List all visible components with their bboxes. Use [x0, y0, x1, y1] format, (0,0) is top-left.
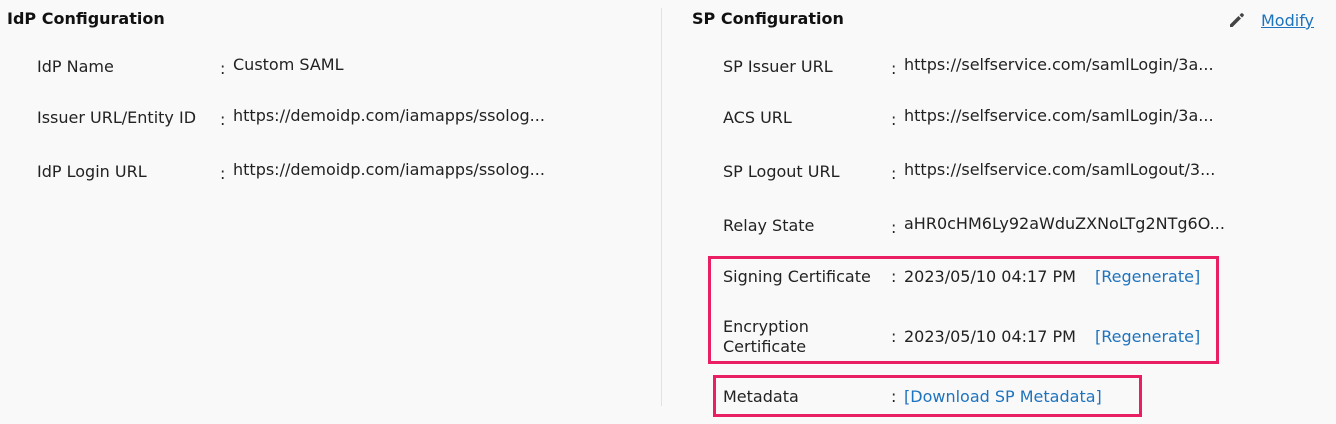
idp-configuration-title: IdP Configuration [7, 9, 165, 28]
acs-url-label: ACS URL [723, 108, 792, 127]
relay-state-label: Relay State [723, 216, 815, 235]
metadata-label: Metadata [723, 387, 799, 406]
separator-colon: : [891, 110, 897, 129]
signing-certificate-date: 2023/05/10 04:17 PM [904, 267, 1076, 286]
separator-colon: : [891, 59, 897, 78]
separator-colon: : [891, 267, 897, 286]
regenerate-encryption-link[interactable]: [Regenerate] [1095, 327, 1200, 346]
sp-logout-url-label: SP Logout URL [723, 162, 840, 181]
sp-issuer-url-label: SP Issuer URL [723, 57, 833, 76]
regenerate-signing-link[interactable]: [Regenerate] [1095, 267, 1200, 286]
separator-colon: : [220, 110, 226, 129]
signing-certificate-label: Signing Certificate [723, 267, 871, 286]
separator-colon: : [891, 387, 897, 406]
modify-link[interactable]: Modify [1261, 11, 1314, 30]
encryption-certificate-date: 2023/05/10 04:17 PM [904, 327, 1076, 346]
separator-colon: : [891, 327, 897, 346]
sp-issuer-url-value: https://selfservice.com/samlLogin/3a... [904, 55, 1214, 74]
issuer-url-value: https://demoidp.com/iamapps/ssolog... [233, 106, 545, 125]
idp-login-url-value: https://demoidp.com/iamapps/ssolog... [233, 160, 545, 179]
sp-logout-url-value: https://selfservice.com/samlLogout/3... [904, 160, 1216, 179]
sp-configuration-title: SP Configuration [692, 9, 844, 28]
idp-name-label: IdP Name [37, 57, 114, 76]
separator-colon: : [220, 164, 226, 183]
relay-state-value: aHR0cHM6Ly92aWduZXNoLTg2NTg6O... [904, 214, 1225, 233]
separator-colon: : [891, 218, 897, 237]
idp-login-url-label: IdP Login URL [37, 162, 147, 181]
acs-url-value: https://selfservice.com/samlLogin/3a... [904, 106, 1214, 125]
encryption-certificate-label-line1: Encryption [723, 317, 809, 336]
download-sp-metadata-link[interactable]: [Download SP Metadata] [904, 387, 1102, 406]
pencil-icon[interactable] [1228, 11, 1246, 33]
column-divider [661, 8, 662, 406]
idp-name-value: Custom SAML [233, 55, 344, 74]
separator-colon: : [891, 164, 897, 183]
separator-colon: : [220, 59, 226, 78]
issuer-url-label: Issuer URL/Entity ID [37, 108, 197, 127]
encryption-certificate-label-line2: Certificate [723, 337, 807, 356]
